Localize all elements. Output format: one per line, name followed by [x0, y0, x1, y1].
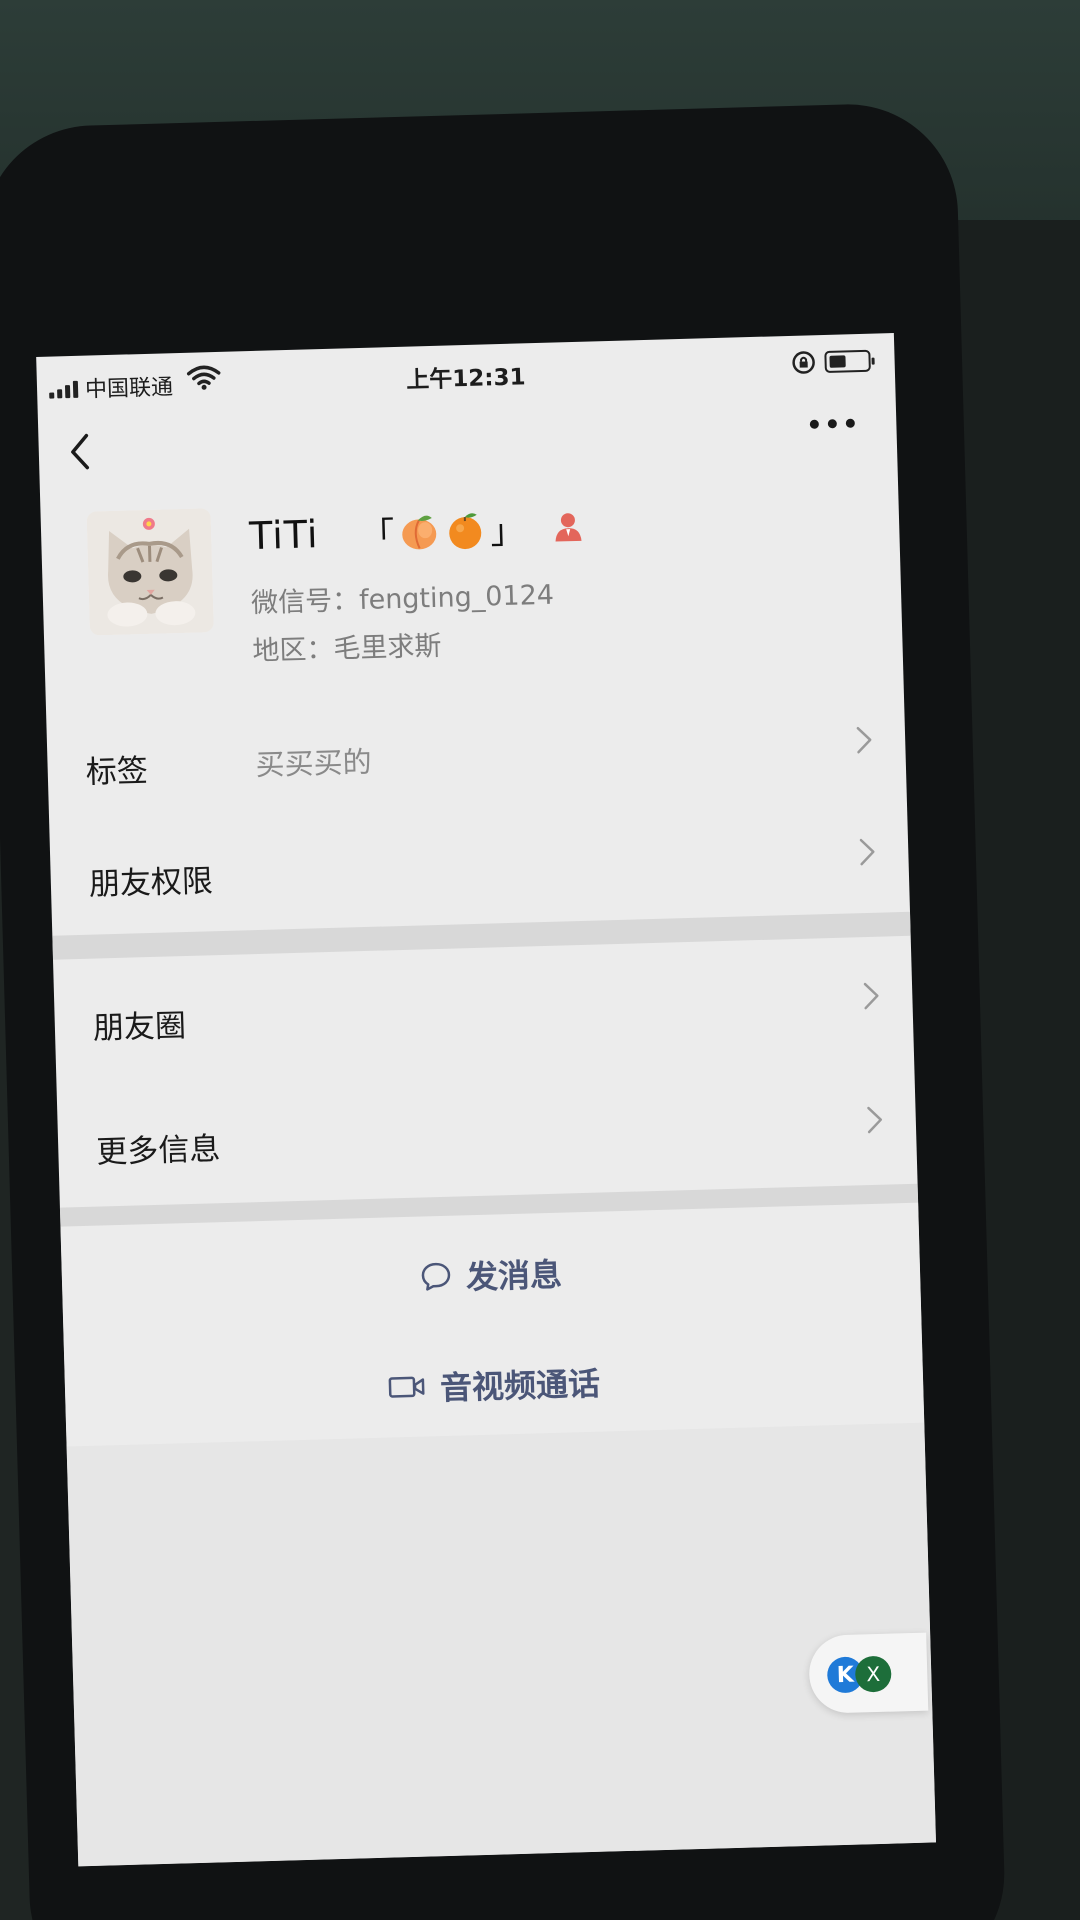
contact-name: TiTi — [248, 511, 320, 558]
bracket-close: 」 — [489, 511, 525, 553]
wechat-id-value: fengting_0124 — [358, 579, 555, 617]
bracket-open: 「 — [359, 515, 396, 556]
friend-permissions-label: 朋友权限 — [88, 863, 214, 903]
battery-icon — [824, 349, 875, 373]
tags-value: 买买买的 — [255, 744, 373, 783]
region-line: 地区：毛里求斯 — [252, 624, 442, 668]
peach-icon — [402, 515, 437, 549]
av-call-button[interactable]: 音视频通话 — [64, 1333, 924, 1437]
list-item-friend-permissions[interactable]: 朋友权限 — [49, 800, 910, 936]
tags-label: 标签 — [85, 753, 149, 791]
orange-icon — [449, 512, 482, 549]
video-camera-icon — [388, 1376, 425, 1398]
region-label: 地区： — [252, 633, 334, 668]
profile-header: TiTi 「 」 微信号：fengting_0124 地区：毛里求斯 — [40, 465, 903, 689]
more-info-label: 更多信息 — [95, 1131, 221, 1171]
name-decoration: 「 」 — [360, 503, 525, 557]
phone-screen: 中国联通 上午12:31 TiTi 「 」 微信号：fengting_0124 … — [36, 333, 936, 1867]
close-icon[interactable]: X — [854, 1655, 892, 1693]
settings-group-1: 标签 买买买的 朋友权限 — [46, 688, 911, 960]
avatar[interactable] — [86, 508, 214, 636]
floating-widget[interactable]: K X — [808, 1632, 929, 1714]
av-call-label: 音视频通话 — [439, 1364, 601, 1408]
region-value: 毛里求斯 — [333, 630, 442, 665]
back-icon[interactable] — [64, 429, 97, 474]
chat-bubble-icon — [421, 1262, 451, 1291]
chevron-right-icon — [863, 982, 879, 1010]
send-message-button[interactable]: 发消息 — [61, 1223, 921, 1327]
cat-avatar-image — [86, 508, 214, 636]
action-buttons: 发消息 音视频通话 — [60, 1202, 925, 1447]
chevron-right-icon — [867, 1106, 883, 1134]
status-time: 上午12:31 — [406, 364, 526, 394]
chevron-right-icon — [856, 726, 872, 754]
moments-label: 朋友圈 — [92, 1008, 187, 1047]
more-icon[interactable] — [808, 416, 856, 431]
list-item-more-info[interactable]: 更多信息 — [56, 1060, 917, 1208]
list-item-moments[interactable]: 朋友圈 — [53, 936, 914, 1084]
empty-area — [66, 1422, 936, 1867]
wechat-id-line: 微信号：fengting_0124 — [251, 573, 555, 620]
person-icon — [555, 512, 582, 542]
orientation-lock-icon — [792, 351, 815, 374]
chevron-right-icon — [859, 838, 875, 866]
send-message-label: 发消息 — [465, 1255, 563, 1297]
settings-group-2: 朋友圈 更多信息 — [53, 936, 919, 1232]
name-row: TiTi 「 」 — [249, 502, 583, 560]
wechat-id-label: 微信号： — [250, 585, 360, 620]
